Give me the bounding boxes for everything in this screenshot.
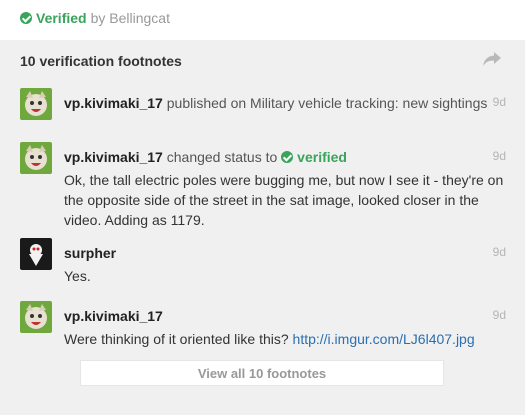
footnote-body: Yes. [64,268,91,284]
panel-title: 10 verification footnotes [20,53,182,69]
username-link[interactable]: vp.kivimaki_17 [64,95,163,111]
footnote-body: Were thinking of it oriented like this? … [64,329,504,349]
verified-by-text: by Bellingcat [90,10,170,26]
username-link[interactable]: surpher [64,245,116,261]
footnote-time: 9d [492,245,506,259]
verified-label: Verified [36,10,87,26]
footnote-header: vp.kivimaki_17 changed status to verifie… [64,149,347,165]
username-link[interactable]: vp.kivimaki_17 [64,308,163,324]
user-avatar[interactable] [20,238,52,270]
footnote-item: vp.kivimaki_17 9d Were thinking of it or… [20,301,510,353]
footnote-action: changed status to [166,149,278,165]
view-all-footnotes-button[interactable]: View all 10 footnotes [80,360,444,386]
footnote-item: vp.kivimaki_17 published on Military veh… [20,88,510,128]
check-circle-icon [20,12,32,24]
verified-status-row: Verified by Bellingcat [20,10,170,26]
username-link[interactable]: vp.kivimaki_17 [64,149,163,165]
footnote-header: surpher [64,245,116,261]
footnote-text: Were thinking of it oriented like this? [64,331,289,347]
footnote-time: 9d [492,308,506,322]
image-link[interactable]: http://i.imgur.com/LJ6l407.jpg [293,331,475,347]
user-avatar[interactable] [20,142,52,174]
footnote-action: published on Military vehicle tracking: … [166,95,488,111]
footnotes-panel: 10 verification footnotes vp.kivimaki_17… [0,40,525,415]
footnote-time: 9d [492,149,506,163]
share-icon[interactable] [482,51,502,67]
footnote-header: vp.kivimaki_17 published on Military veh… [64,95,487,111]
user-avatar[interactable] [20,88,52,120]
user-avatar[interactable] [20,301,52,333]
status-verified: verified [297,149,347,165]
footnote-body: Ok, the tall electric poles were bugging… [64,172,504,228]
verification-header: Verified by Bellingcat [0,0,525,36]
check-circle-icon [281,151,294,163]
footnote-time: 9d [492,95,506,109]
footnote-header: vp.kivimaki_17 [64,308,163,324]
footnote-item: vp.kivimaki_17 changed status to verifie… [20,142,510,228]
footnote-item: surpher 9d Yes. [20,238,510,290]
